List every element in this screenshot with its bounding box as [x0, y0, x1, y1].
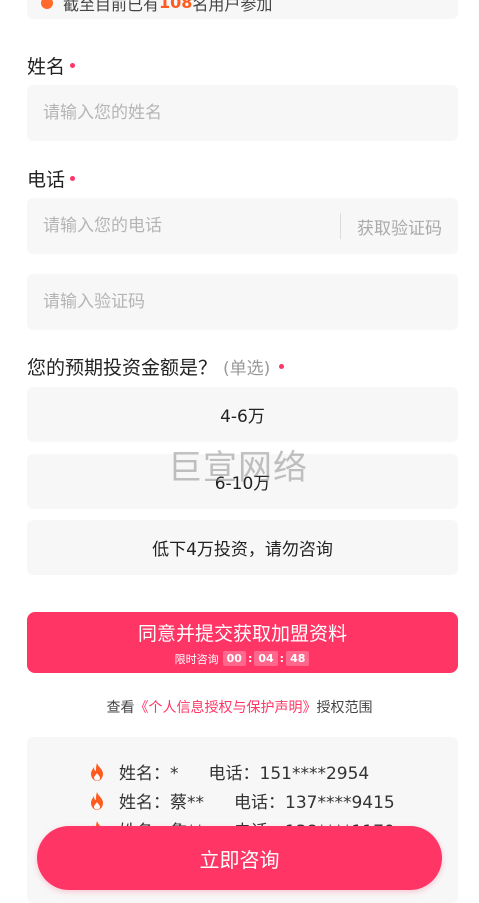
submit-button[interactable]: 同意并提交获取加盟资料 限时咨询 00 : 04 : 48: [27, 612, 458, 673]
single-choice-hint: (单选): [223, 359, 271, 379]
privacy-notice: 查看《个人信息授权与保护声明》授权范围: [0, 697, 479, 717]
investment-label: 您的预期投资金额是？ (单选): [27, 353, 285, 380]
countdown-separator: :: [279, 652, 285, 665]
name-label: 姓名: [27, 52, 76, 79]
consult-now-button[interactable]: 立即咨询: [37, 826, 442, 890]
ticker-name: 姓名：蔡**: [119, 793, 204, 813]
countdown-seconds: 48: [286, 651, 310, 666]
fire-icon: [91, 762, 103, 781]
investment-label-text: 您的预期投资金额是？: [27, 357, 218, 379]
countdown-minutes: 04: [254, 651, 278, 666]
privacy-suffix: 授权范围: [316, 700, 373, 716]
notice-count: 108: [159, 0, 193, 12]
name-field[interactable]: [27, 85, 458, 141]
ticker-row: 姓名：蔡** 电话：137****9415: [89, 788, 395, 813]
code-field[interactable]: [27, 274, 458, 330]
privacy-prefix: 查看: [106, 700, 135, 716]
phone-input[interactable]: [43, 216, 324, 236]
get-code-button[interactable]: 获取验证码: [357, 214, 442, 239]
countdown: 限时咨询 00 : 04 : 48: [175, 651, 311, 667]
field-divider: [340, 213, 341, 239]
name-label-text: 姓名: [27, 56, 66, 78]
countdown-separator: :: [247, 652, 253, 665]
privacy-link[interactable]: 《个人信息授权与保护声明》: [135, 700, 317, 716]
option-4-6[interactable]: 4-6万: [27, 387, 458, 442]
code-input[interactable]: [43, 292, 442, 312]
phone-field[interactable]: 获取验证码: [27, 198, 458, 254]
ticker-name: 姓名：*: [119, 764, 179, 784]
option-6-10[interactable]: 6-10万: [27, 454, 458, 509]
ticker-phone: 电话：137****9415: [234, 793, 395, 813]
required-dot: [70, 63, 76, 68]
phone-label-text: 电话: [27, 169, 66, 191]
required-dot: [279, 364, 285, 369]
phone-label: 电话: [27, 165, 76, 192]
fire-icon: [91, 791, 103, 810]
participant-notice: 截至目前已有 108 名用户参加: [27, 0, 458, 19]
option-under-4[interactable]: 低下4万投资，请勿咨询: [27, 520, 458, 575]
notice-icon: [41, 0, 53, 9]
required-dot: [70, 176, 76, 181]
notice-prefix: 截至目前已有: [63, 0, 160, 14]
notice-suffix: 名用户参加: [192, 0, 273, 14]
name-input[interactable]: [43, 103, 442, 123]
countdown-hours: 00: [222, 651, 246, 666]
submit-label: 同意并提交获取加盟资料: [137, 622, 347, 645]
ticker-phone: 电话：151****2954: [208, 764, 370, 784]
countdown-label: 限时咨询: [174, 652, 219, 666]
ticker-row: 姓名：* 电话：151****2954: [89, 759, 369, 784]
